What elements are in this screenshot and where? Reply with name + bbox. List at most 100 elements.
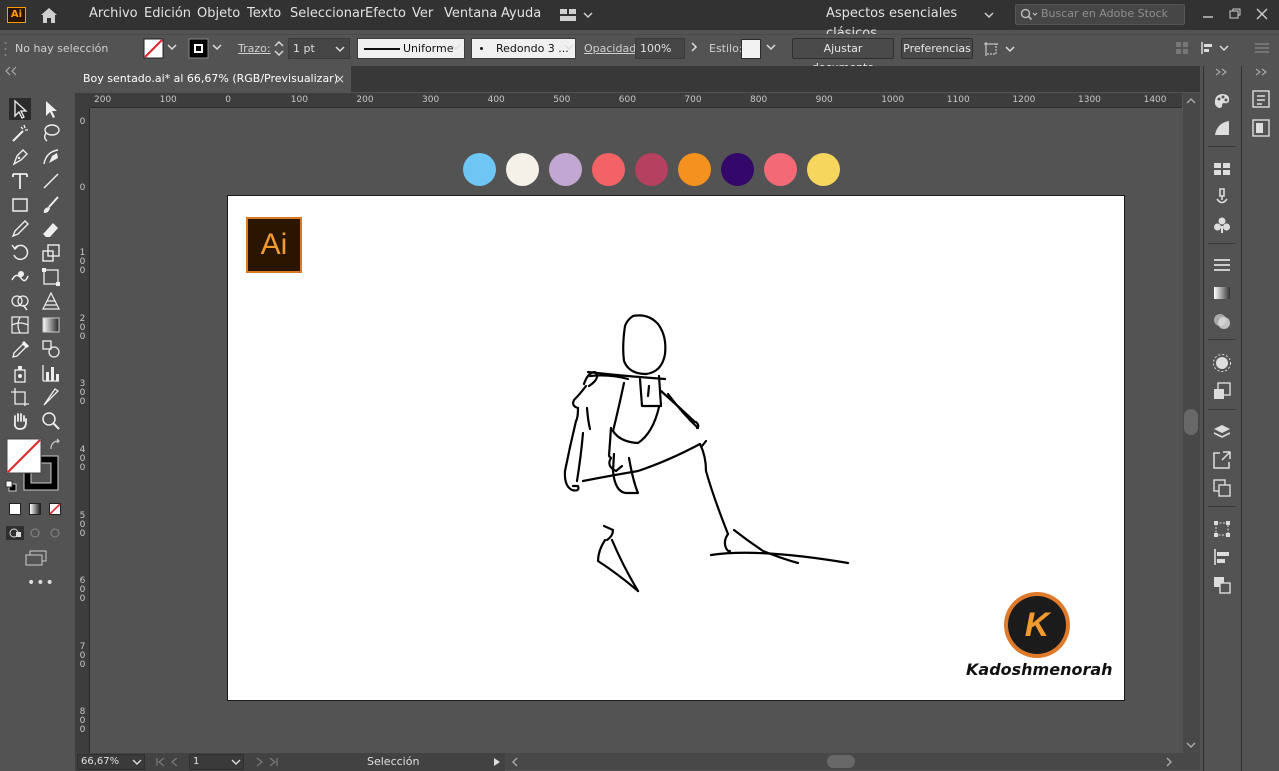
draw-modes[interactable] [6, 526, 64, 540]
menu-seleccionar[interactable]: Seleccionar [290, 0, 365, 30]
close-window-icon[interactable] [1253, 5, 1271, 23]
menu-archivo[interactable]: Archivo [89, 0, 138, 30]
canvas[interactable]: Ai K Kadoshmenorah [90, 108, 1182, 753]
status-menu-icon[interactable] [493, 757, 501, 767]
default-fill-stroke-icon[interactable] [5, 480, 17, 492]
curvature-tool-icon[interactable] [40, 146, 62, 168]
color-swatch-circle[interactable] [764, 153, 797, 186]
close-tab-icon[interactable]: × [335, 66, 351, 92]
pencil-tool-icon[interactable] [9, 218, 31, 240]
stroke-label[interactable]: Trazo: [238, 42, 271, 55]
menu-efecto[interactable]: Efecto [365, 0, 406, 30]
minimize-icon[interactable] [1199, 5, 1217, 23]
restore-icon[interactable] [1226, 5, 1244, 23]
stepper-icon[interactable] [273, 38, 285, 59]
blend-tool-icon[interactable] [40, 338, 62, 360]
color-swatch-circle[interactable] [635, 153, 668, 186]
screen-mode-icon[interactable] [24, 550, 48, 566]
mesh-tool-icon[interactable] [9, 314, 31, 336]
swatches-panel-icon[interactable] [1211, 158, 1233, 180]
libraries-panel-icon[interactable] [1250, 117, 1272, 139]
panel-menu-icon[interactable] [1254, 41, 1270, 55]
artboard[interactable]: Ai K Kadoshmenorah [227, 195, 1125, 701]
graphic-styles-panel-icon[interactable] [1211, 380, 1233, 402]
gradient-mode-button[interactable] [29, 503, 41, 515]
brushes-panel-icon[interactable] [1211, 186, 1233, 208]
align-panel-icon[interactable] [1211, 546, 1233, 568]
warp-tool-icon[interactable] [9, 266, 31, 288]
horizontal-scroll-thumb[interactable] [827, 755, 855, 768]
color-swatch-circle[interactable] [463, 153, 496, 186]
scroll-up-icon[interactable] [1186, 97, 1196, 105]
menu-edicion[interactable]: Edición [144, 0, 191, 30]
scroll-left-icon[interactable] [511, 757, 519, 767]
vertical-ruler[interactable]: 0 0 100 200 300 400 500 600 700 800 [75, 108, 90, 753]
color-mode-button[interactable] [9, 503, 21, 515]
asset-export-panel-icon[interactable] [1211, 449, 1233, 471]
gradient-tool-icon[interactable] [40, 314, 62, 336]
eyedropper-tool-icon[interactable] [9, 338, 31, 360]
color-swatch-circle[interactable] [721, 153, 754, 186]
appearance-panel-icon[interactable] [1211, 352, 1233, 374]
graphic-style-swatch[interactable] [741, 39, 761, 59]
color-swatch-circle[interactable] [506, 153, 539, 186]
menu-objeto[interactable]: Objeto [197, 0, 240, 30]
brush-definition-select[interactable]: Redondo 3 ... [471, 38, 576, 59]
color-guide-icon[interactable] [1211, 117, 1233, 139]
horizontal-ruler[interactable]: 200 100 0 100 200 300 400 500 600 700 800 900 1000 11… [90, 93, 1182, 108]
column-graph-tool-icon[interactable] [40, 362, 62, 384]
menu-texto[interactable]: Texto [247, 0, 281, 30]
fill-none-swatch[interactable] [143, 38, 164, 59]
opacity-label[interactable]: Opacidad: [584, 42, 640, 55]
menu-ayuda[interactable]: Ayuda [501, 0, 541, 30]
zoom-tool-icon[interactable] [40, 410, 62, 432]
free-transform-tool-icon[interactable] [40, 266, 62, 288]
color-swatch-circle[interactable] [592, 153, 625, 186]
more-tools-icon[interactable]: ••• [27, 576, 54, 590]
slice-tool-icon[interactable] [40, 386, 62, 408]
selection-tool-icon[interactable] [9, 98, 31, 120]
none-mode-button[interactable] [49, 503, 61, 515]
pathfinder-panel-icon[interactable] [1211, 574, 1233, 596]
preferences-button[interactable]: Preferencias [901, 38, 973, 59]
workspace-switcher[interactable]: Aspectos esenciales clásicos [817, 4, 1002, 41]
home-icon[interactable] [38, 5, 60, 25]
align-panel-icon[interactable] [1175, 41, 1189, 55]
stroke-weight-field[interactable]: 1 pt [288, 38, 350, 59]
stroke-panel-icon[interactable] [1211, 254, 1233, 276]
menu-ventana[interactable]: Ventana [444, 0, 497, 30]
color-swatch-circle[interactable] [678, 153, 711, 186]
next-last-artboard-icon[interactable] [253, 756, 285, 768]
symbols-panel-icon[interactable] [1211, 214, 1233, 236]
line-segment-tool-icon[interactable] [40, 170, 62, 192]
shape-builder-tool-icon[interactable] [9, 290, 31, 312]
chevron-down-icon[interactable] [564, 42, 574, 52]
chevron-down-icon[interactable] [132, 758, 142, 766]
chevron-down-icon[interactable] [167, 42, 177, 52]
scroll-right-icon[interactable] [1165, 757, 1173, 767]
magic-wand-tool-icon[interactable] [9, 122, 31, 144]
expand-panels-icon[interactable] [1214, 68, 1228, 76]
perspective-grid-tool-icon[interactable] [40, 290, 62, 312]
symbol-sprayer-tool-icon[interactable] [9, 362, 31, 384]
rectangle-tool-icon[interactable] [9, 194, 31, 216]
color-swatch-circle[interactable] [549, 153, 582, 186]
vertical-scroll-thumb[interactable] [1184, 409, 1198, 435]
type-tool-icon[interactable] [9, 170, 31, 192]
color-swatch-circle[interactable] [807, 153, 840, 186]
direct-selection-tool-icon[interactable] [40, 98, 62, 120]
collapse-panel-icon[interactable] [4, 66, 18, 76]
rotate-tool-icon[interactable] [9, 242, 31, 264]
layers-panel-icon[interactable] [1211, 421, 1233, 443]
artboards-panel-icon[interactable] [1211, 477, 1233, 499]
opacity-field[interactable]: 100% [635, 38, 685, 59]
gradient-panel-icon[interactable] [1211, 282, 1233, 304]
properties-panel-icon[interactable] [1250, 88, 1272, 110]
chevron-down-icon[interactable] [212, 42, 222, 52]
chevron-down-icon[interactable] [231, 758, 241, 766]
first-prev-artboard-icon[interactable] [155, 756, 187, 768]
scale-tool-icon[interactable] [40, 242, 62, 264]
chevron-down-icon[interactable] [766, 42, 776, 52]
paintbrush-tool-icon[interactable] [40, 194, 62, 216]
distribute-icon[interactable] [1199, 40, 1235, 56]
